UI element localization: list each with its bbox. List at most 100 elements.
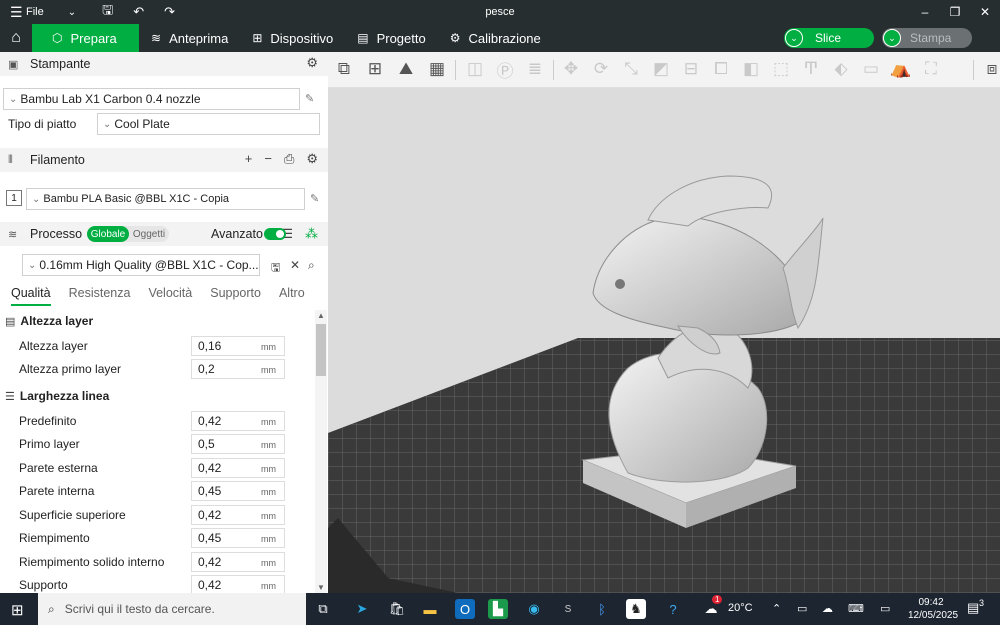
- measure-icon[interactable]: ▭: [859, 57, 883, 81]
- param-input[interactable]: 0,42 mm: [191, 411, 285, 431]
- compare-icon[interactable]: ⁂: [305, 226, 318, 242]
- param-input[interactable]: 0,16 mm: [191, 336, 285, 356]
- text-icon[interactable]: Ͳ: [799, 57, 823, 81]
- gear-icon[interactable]: ⚙: [306, 151, 318, 167]
- param-value[interactable]: 0,45: [198, 484, 221, 498]
- build-plate-scene[interactable]: [328, 88, 1000, 593]
- scroll-thumb[interactable]: [316, 324, 326, 376]
- home-icon[interactable]: ⌂: [0, 24, 32, 52]
- gear-icon[interactable]: ⚙: [306, 55, 318, 71]
- move-icon[interactable]: ✥: [559, 57, 583, 81]
- color-painting-icon[interactable]: ⬖: [829, 57, 853, 81]
- printer-select[interactable]: ⌄ Bambu Lab X1 Carbon 0.4 nozzle: [3, 88, 300, 110]
- clock[interactable]: 09:42 12/05/2025: [908, 596, 958, 622]
- support-painting-icon[interactable]: ◧: [739, 57, 763, 81]
- add-icon[interactable]: +: [245, 151, 253, 167]
- edit-icon[interactable]: ✎: [310, 192, 319, 205]
- add-object-icon[interactable]: ⧉: [332, 57, 356, 81]
- chevron-up-icon[interactable]: ▲: [317, 311, 325, 320]
- filament-slot[interactable]: 1: [6, 190, 22, 206]
- keyboard-icon[interactable]: ⌨: [848, 602, 864, 615]
- param-input[interactable]: 0,45 mm: [191, 528, 285, 548]
- param-value[interactable]: 0,42: [198, 578, 221, 592]
- chevron-down-icon[interactable]: ▼: [317, 583, 325, 592]
- file-explorer-icon[interactable]: ▬: [420, 599, 440, 619]
- save-icon[interactable]: 🖫: [102, 1, 113, 23]
- display-icon[interactable]: ▭: [880, 602, 890, 615]
- hamburger-menu-icon[interactable]: ☰: [10, 4, 24, 21]
- search-icon[interactable]: ⌕: [308, 258, 315, 273]
- help-icon[interactable]: ?: [663, 599, 683, 619]
- scale-icon[interactable]: ⤡: [619, 57, 643, 81]
- outlook-icon[interactable]: O: [455, 599, 475, 619]
- auto-orient-icon[interactable]: ⛰: [394, 57, 418, 81]
- chess-icon[interactable]: ♞: [626, 599, 646, 619]
- taskbar-search[interactable]: ⌕ Scrivi qui il testo da cercare.: [38, 593, 306, 625]
- redo-icon[interactable]: ↷: [164, 4, 175, 20]
- view-cube-icon[interactable]: ⧈: [980, 57, 1000, 81]
- scope-global[interactable]: Globale: [87, 226, 129, 242]
- minimize-button[interactable]: –: [910, 0, 940, 24]
- edit-icon[interactable]: ✎: [305, 92, 314, 105]
- rotate-icon[interactable]: ⟳: [589, 57, 613, 81]
- seam-painting-icon[interactable]: ⬚: [769, 57, 793, 81]
- task-view-icon[interactable]: ⧉: [313, 599, 333, 619]
- weather-temp[interactable]: 20°C: [728, 602, 753, 614]
- app-s-icon[interactable]: S: [558, 599, 578, 619]
- param-value[interactable]: 0,42: [198, 461, 221, 475]
- arrange-icon[interactable]: ▦: [425, 57, 449, 81]
- param-value[interactable]: 0,2: [198, 362, 215, 376]
- telegram-icon[interactable]: ➤: [352, 599, 372, 619]
- subtab-support[interactable]: Supporto: [210, 286, 261, 306]
- tab-progetto[interactable]: ▤ Progetto: [345, 24, 438, 52]
- add-plate-icon[interactable]: ⊞: [363, 57, 387, 81]
- chevron-down-icon[interactable]: ⌄: [68, 7, 76, 18]
- subtab-quality[interactable]: Qualità: [11, 286, 51, 306]
- param-input[interactable]: 0,2 mm: [191, 359, 285, 379]
- params-scrollbar[interactable]: ▲ ▼: [315, 310, 327, 593]
- 3d-viewport[interactable]: [328, 88, 1000, 593]
- param-value[interactable]: 0,42: [198, 414, 221, 428]
- bluetooth-icon[interactable]: ᛒ: [592, 599, 612, 619]
- plate-settings-icon[interactable]: Ⓟ: [493, 57, 517, 81]
- fit-view-icon[interactable]: ⛶: [919, 57, 943, 81]
- subtab-speed[interactable]: Velocità: [148, 286, 192, 306]
- file-menu[interactable]: File: [26, 6, 44, 18]
- undo-icon[interactable]: ↶: [133, 4, 144, 20]
- store-icon[interactable]: 🛍: [387, 599, 407, 619]
- lay-on-face-icon[interactable]: ◩: [649, 57, 673, 81]
- close-button[interactable]: ✕: [970, 0, 1000, 24]
- process-profile-select[interactable]: ⌄ 0.16mm High Quality @BBL X1C - Cop...: [22, 254, 260, 276]
- mesh-boolean-icon[interactable]: ⧠: [709, 57, 733, 81]
- param-input[interactable]: 0,45 mm: [191, 481, 285, 501]
- param-value[interactable]: 0,42: [198, 555, 221, 569]
- notifications-icon[interactable]: ▤: [967, 600, 979, 616]
- param-input[interactable]: 0,42 mm: [191, 458, 285, 478]
- assembly-icon[interactable]: ⛺: [889, 57, 913, 81]
- param-input[interactable]: 0,42 mm: [191, 552, 285, 572]
- scope-toggle[interactable]: Globale Oggetti: [87, 226, 169, 242]
- print-button[interactable]: ⌄ Stampa: [882, 28, 972, 48]
- cloud-icon[interactable]: ☁: [822, 602, 833, 615]
- chevron-up-icon[interactable]: ⌃: [772, 602, 781, 615]
- cut-icon[interactable]: ⊟: [679, 57, 703, 81]
- param-value[interactable]: 0,45: [198, 531, 221, 545]
- tab-calibrazione[interactable]: ⚙ Calibrazione: [438, 24, 553, 52]
- advanced-switch[interactable]: [264, 228, 286, 240]
- plate-type-select[interactable]: ⌄ Cool Plate: [97, 113, 320, 135]
- tab-anteprima[interactable]: ≋ Anteprima: [139, 24, 240, 52]
- sync-icon[interactable]: ⎙: [284, 151, 294, 167]
- chevron-down-icon[interactable]: ⌄: [785, 29, 803, 47]
- maximize-button[interactable]: ❐: [940, 0, 970, 24]
- param-input[interactable]: 0,42 mm: [191, 575, 285, 593]
- scope-objects[interactable]: Oggetti: [129, 226, 169, 242]
- param-input[interactable]: 0,42 mm: [191, 505, 285, 525]
- param-input[interactable]: 0,5 mm: [191, 434, 285, 454]
- tab-dispositivo[interactable]: ⊞ Dispositivo: [240, 24, 345, 52]
- slice-button[interactable]: ⌄ Slice: [784, 28, 874, 48]
- battery-icon[interactable]: ▭: [797, 602, 807, 615]
- subtab-strength[interactable]: Resistenza: [69, 286, 131, 306]
- subtab-other[interactable]: Altro: [279, 286, 305, 306]
- param-value[interactable]: 0,5: [198, 437, 215, 451]
- param-value[interactable]: 0,42: [198, 508, 221, 522]
